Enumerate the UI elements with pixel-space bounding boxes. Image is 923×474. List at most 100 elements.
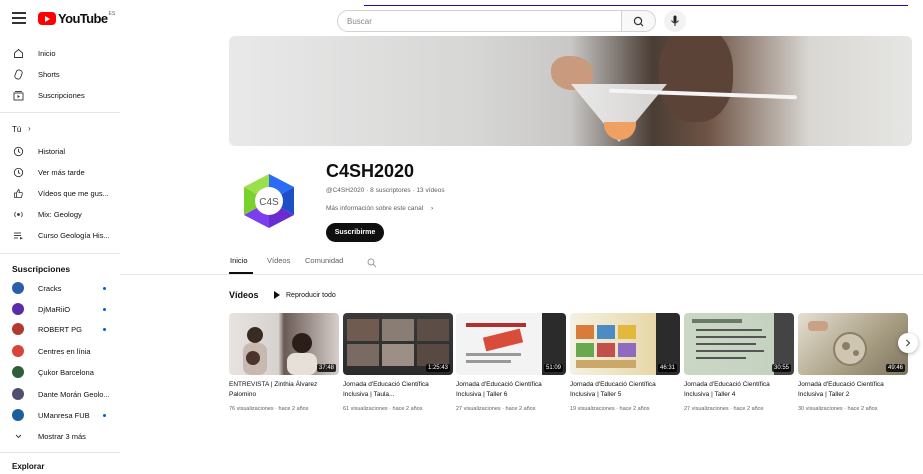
channel-more-info-link[interactable]: Más información sobre este canal › (326, 205, 433, 212)
sidebar-item-liked-videos[interactable]: Vídeos que me gus... (0, 183, 120, 203)
sidebar-subscription-item[interactable]: UManresa FUB (0, 405, 120, 425)
channel-avatar (12, 303, 24, 315)
subscription-label: UManresa FUB (38, 410, 90, 420)
playlist-icon (13, 230, 24, 241)
video-meta: 76 visualizaciones · hace 2 años (229, 406, 309, 412)
channel-logo-text: C4S (259, 197, 279, 208)
sidebar-divider (0, 112, 120, 113)
search-button[interactable] (622, 10, 656, 32)
subscriptions-icon (13, 90, 24, 101)
chevron-down-icon (13, 431, 24, 442)
banner-person (659, 36, 733, 122)
channel-banner (229, 36, 912, 146)
sidebar-item-label: Suscripciones (38, 90, 85, 100)
video-title[interactable]: Jornada d'Educació Científica Inclusiva … (570, 380, 680, 400)
voice-search-button[interactable] (664, 10, 686, 32)
home-icon (13, 48, 24, 59)
video-thumbnail[interactable]: 37:48 (229, 313, 339, 375)
video-title[interactable]: Jornada d'Educació Científica Inclusiva … (684, 380, 794, 400)
explore-heading: Explorar (12, 462, 45, 471)
channel-search-icon[interactable] (367, 255, 377, 273)
youtube-play-icon (38, 12, 56, 25)
sidebar-item-history[interactable]: Historial (0, 141, 120, 161)
video-title[interactable]: Jornada d'Educació Científica Inclusiva … (456, 380, 566, 400)
show-more-label: Mostrar 3 más (38, 431, 86, 441)
video-meta: 30 visualizaciones · hace 2 años (798, 406, 878, 412)
sidebar-subscription-item[interactable]: Dante Morán Geolo... (0, 384, 120, 404)
sidebar-item-shorts[interactable]: Shorts (0, 64, 120, 84)
tab-home[interactable]: Inicio (230, 256, 248, 265)
show-more-button[interactable]: Mostrar 3 más (0, 426, 120, 446)
hamburger-menu-icon[interactable] (12, 12, 26, 24)
sidebar-item-playlist[interactable]: Curso Geología His... (0, 225, 120, 245)
new-content-dot (103, 327, 106, 331)
video-thumbnail[interactable]: 46:31 (570, 313, 680, 375)
sidebar-item-label: Historial (38, 146, 66, 156)
channel-avatar (12, 282, 24, 294)
microphone-icon (671, 15, 679, 26)
video-duration: 30:55 (771, 364, 791, 372)
video-meta: 61 visualizaciones · hace 2 años (343, 406, 423, 412)
channel-avatar (12, 388, 24, 400)
video-duration: 37:48 (316, 364, 336, 372)
channel-avatar (12, 323, 24, 335)
sidebar: Inicio Shorts Suscripciones Tú › Histori… (0, 40, 120, 474)
video-thumbnail[interactable]: 30:55 (684, 313, 794, 375)
mix-icon (13, 209, 24, 220)
more-info-label: Más información sobre este canal (326, 205, 424, 212)
play-all-button[interactable]: Reproducir todo (274, 291, 336, 299)
search-placeholder: Buscar (347, 17, 372, 26)
video-thumbnail[interactable]: 49:46 (798, 313, 908, 375)
sidebar-subscription-item[interactable]: Cracks (0, 278, 120, 298)
sidebar-item-label: Inicio (38, 48, 56, 58)
videos-section-title: Vídeos (229, 290, 259, 300)
sidebar-item-you[interactable]: Tú › (0, 120, 120, 140)
sidebar-divider (0, 452, 120, 453)
video-thumbnail[interactable]: 1:25:43 (343, 313, 453, 375)
carousel-next-button[interactable] (898, 333, 918, 353)
watch-later-icon (13, 167, 24, 178)
subscription-label: Cracks (38, 283, 62, 293)
video-title[interactable]: Jornada d'Educació Científica Inclusiva … (343, 380, 453, 400)
video-meta: 19 visualizaciones · hace 2 años (570, 406, 650, 412)
sidebar-subscription-item[interactable]: ROBERT PG (0, 319, 120, 339)
tab-videos[interactable]: Vídeos (267, 256, 290, 265)
video-duration: 51:09 (543, 364, 563, 372)
sidebar-item-label: Vídeos que me gus... (38, 188, 109, 198)
channel-meta: @C4SH2020 · 8 suscriptores · 13 vídeos (326, 187, 445, 194)
chevron-right-icon (906, 339, 911, 347)
youtube-logo[interactable]: YouTube ES (38, 11, 115, 26)
sidebar-subscription-item[interactable]: DjMaRiiO (0, 299, 120, 319)
sidebar-item-label: Mix: Geology (38, 209, 82, 219)
subscription-label: Dante Morán Geolo... (38, 389, 110, 399)
sidebar-divider (0, 253, 120, 254)
logo-country: ES (108, 11, 116, 17)
new-content-dot (103, 307, 106, 311)
new-content-dot (103, 413, 106, 417)
sidebar-item-home[interactable]: Inicio (0, 43, 120, 63)
search-icon (633, 16, 644, 27)
video-thumbnail[interactable]: 51:09 (456, 313, 566, 375)
shorts-icon (13, 68, 24, 80)
sidebar-subscription-item[interactable]: Çukor Barcelona (0, 362, 120, 382)
sidebar-subscription-item[interactable]: Centres en línia (0, 341, 120, 361)
sidebar-item-subscriptions[interactable]: Suscripciones (0, 85, 120, 105)
subscribe-button[interactable]: Suscribirme (326, 223, 384, 242)
subscription-label: Centres en línia (38, 346, 91, 356)
thumbs-up-icon (13, 188, 24, 199)
channel-avatar[interactable]: C4S (238, 170, 300, 232)
play-all-label: Reproducir todo (286, 291, 336, 299)
sidebar-item-label: Shorts (38, 69, 60, 79)
subscription-label: Çukor Barcelona (38, 367, 94, 377)
subscription-label: ROBERT PG (38, 324, 82, 334)
sidebar-item-watch-later[interactable]: Ver más tarde (0, 162, 120, 182)
channel-avatar (12, 345, 24, 357)
video-title[interactable]: Jornada d'Educació Científica Inclusiva … (798, 380, 908, 400)
video-meta: 27 visualizaciones · hace 2 años (684, 406, 764, 412)
search-input[interactable]: Buscar (337, 10, 622, 32)
tabs-divider (120, 274, 923, 275)
tab-community[interactable]: Comunidad (305, 256, 343, 265)
video-title[interactable]: ENTREVISTA | Zinthia Álvarez Palomino (229, 380, 339, 400)
sidebar-item-mix-geology[interactable]: Mix: Geology (0, 204, 120, 224)
you-heading: Tú (12, 125, 22, 134)
